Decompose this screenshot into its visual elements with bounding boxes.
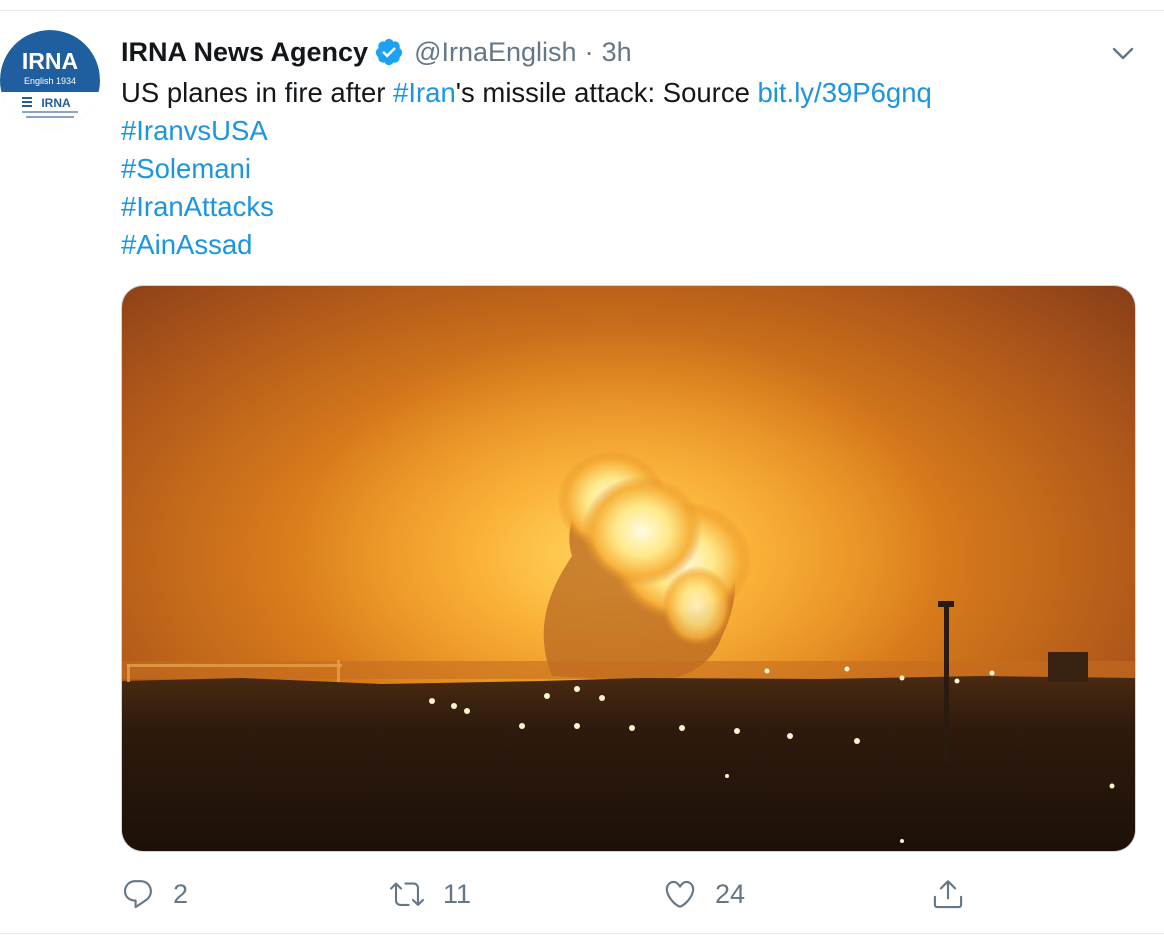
share-button[interactable] bbox=[931, 872, 965, 916]
svg-text:IRNA: IRNA bbox=[41, 96, 71, 110]
tweet-line-1: US planes in fire after #Iran's missile … bbox=[121, 74, 1141, 112]
retweet-button[interactable]: 11 bbox=[389, 872, 471, 916]
retweet-count: 11 bbox=[443, 878, 472, 909]
like-count: 24 bbox=[715, 878, 746, 909]
reply-count: 2 bbox=[173, 878, 189, 909]
retweet-icon bbox=[390, 882, 424, 906]
hashtag-iranattacks[interactable]: #IranAttacks bbox=[121, 188, 1141, 226]
hashtag-iran[interactable]: #Iran bbox=[393, 77, 456, 108]
verified-badge-icon bbox=[374, 37, 404, 67]
divider-top bbox=[0, 10, 1164, 11]
tweet-text-prefix: US planes in fire after bbox=[121, 77, 394, 108]
tweet-media-photo[interactable] bbox=[121, 285, 1136, 852]
author-display-name[interactable]: IRNA News Agency bbox=[121, 37, 368, 68]
tweet-timestamp[interactable]: 3h bbox=[602, 37, 632, 68]
hashtag-solemani[interactable]: #Solemani bbox=[121, 150, 1141, 188]
tweet-body: US planes in fire after #Iran's missile … bbox=[121, 74, 1141, 264]
svg-text:English 1934: English 1934 bbox=[24, 76, 76, 86]
share-icon bbox=[933, 880, 963, 909]
hashtag-iranvsusa[interactable]: #IranvsUSA bbox=[121, 112, 1141, 150]
irna-logo-icon: IRNA English 1934 IRNA bbox=[0, 30, 100, 130]
hashtag-ainassad[interactable]: #AinAssad bbox=[121, 226, 1141, 264]
reply-button[interactable]: 2 bbox=[121, 872, 188, 916]
author-avatar[interactable]: IRNA English 1934 IRNA bbox=[0, 30, 100, 130]
separator-dot: · bbox=[584, 36, 594, 67]
tweet-header: IRNA News Agency @IrnaEnglish · 3h bbox=[121, 32, 632, 72]
like-button[interactable]: 24 bbox=[663, 872, 745, 916]
tweet-actions: 2 11 24 bbox=[121, 872, 1136, 916]
tweet-text-middle: 's missile attack: Source bbox=[455, 77, 758, 108]
svg-text:IRNA: IRNA bbox=[22, 48, 78, 74]
reply-icon bbox=[123, 880, 152, 909]
divider-bottom bbox=[0, 933, 1164, 934]
explosion-photo-icon bbox=[122, 286, 1135, 851]
heart-icon bbox=[665, 880, 695, 908]
author-handle[interactable]: @IrnaEnglish bbox=[414, 37, 577, 68]
tweet-card[interactable]: IRNA English 1934 IRNA IRNA News Agency … bbox=[0, 0, 1164, 936]
more-options-chevron-icon[interactable] bbox=[1108, 38, 1138, 68]
source-link[interactable]: bit.ly/39P6gnq bbox=[758, 77, 932, 108]
